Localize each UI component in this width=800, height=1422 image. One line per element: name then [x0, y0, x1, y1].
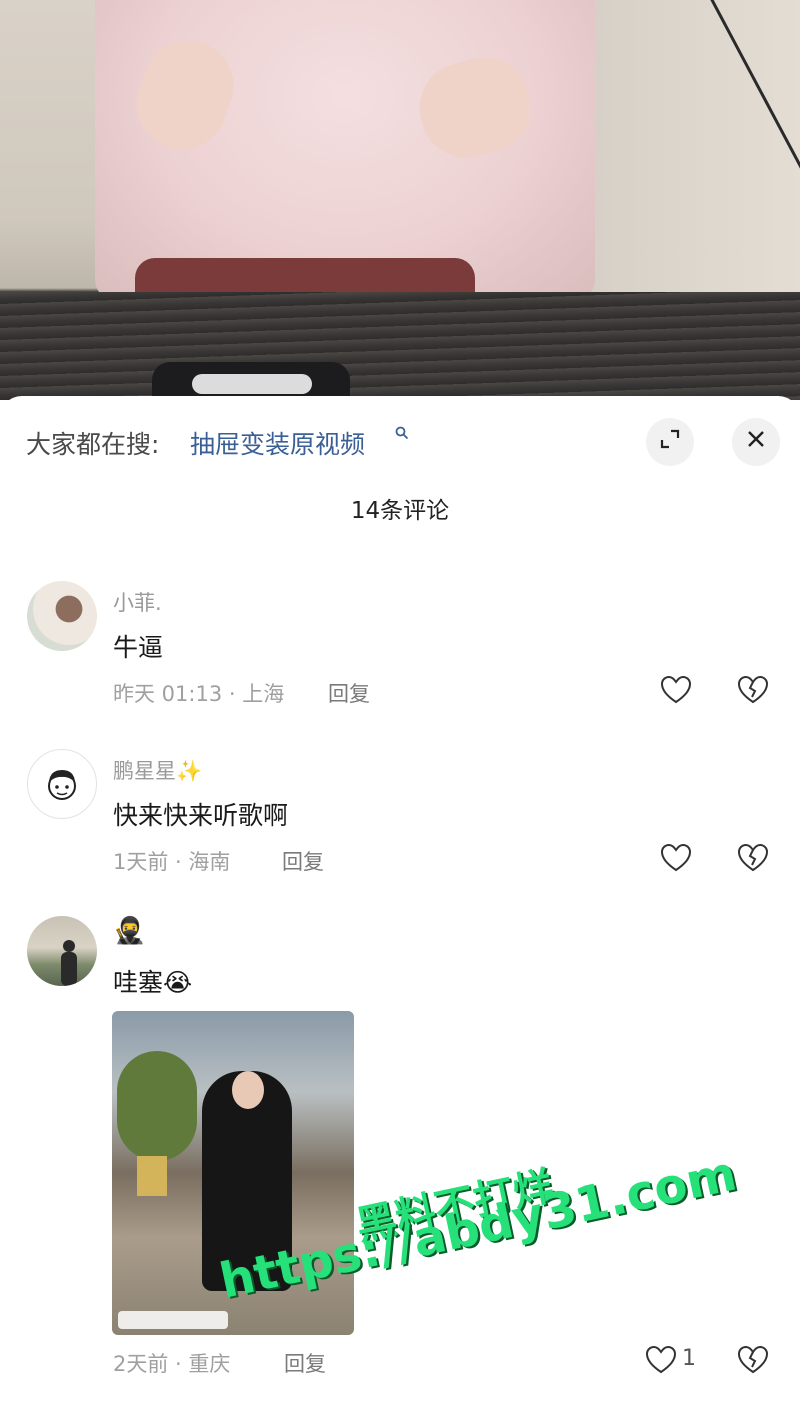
comment-username[interactable]: 鹏星星✨ [113, 755, 202, 785]
expand-icon [659, 428, 681, 456]
broken-heart-icon[interactable] [737, 1345, 771, 1377]
thumb-caption-bar [118, 1311, 228, 1329]
comment-username-text: 鹏星星 [113, 759, 176, 783]
reply-button[interactable]: 回复 [284, 1348, 326, 1378]
video-desk [0, 292, 800, 400]
broken-heart-icon[interactable] [737, 675, 771, 707]
comment-text: 快来快来听歌啊 [113, 801, 289, 830]
expand-button[interactable] [646, 418, 694, 466]
comment-text-content: 哇塞 [113, 968, 164, 997]
like-count: 1 [682, 1346, 696, 1371]
search-suggestion-term[interactable]: 抽屉变装原视频 [190, 425, 365, 461]
search-icon[interactable] [395, 426, 409, 444]
comment-username[interactable]: 🥷 [113, 916, 145, 946]
comment-username[interactable]: 小菲. [113, 587, 162, 617]
reply-button[interactable]: 回复 [282, 846, 324, 876]
thumb-pot [137, 1156, 167, 1196]
reply-button[interactable]: 回复 [328, 678, 370, 708]
broken-heart-icon[interactable] [737, 843, 771, 875]
video-player[interactable] [0, 0, 800, 400]
close-button[interactable] [732, 418, 780, 466]
search-suggestion-prefix: 大家都在搜: [26, 430, 160, 459]
avatar[interactable] [27, 916, 97, 986]
avatar[interactable] [27, 749, 97, 819]
video-background-wall [560, 0, 800, 295]
close-icon [745, 428, 767, 456]
sparkles-emoji: ✨ [176, 759, 203, 783]
crying-emoji: 😭 [163, 968, 193, 997]
heart-icon[interactable] [660, 675, 694, 707]
thumb-plant [117, 1051, 197, 1161]
comment-meta: 2天前 · 重庆 [113, 1352, 231, 1376]
comment-count: 14条评论 [350, 498, 450, 524]
avatar[interactable] [27, 581, 97, 651]
comment-meta: 1天前 · 海南 [113, 850, 231, 874]
comment-text: 哇塞😭 [113, 963, 192, 999]
thumb-face [232, 1071, 264, 1109]
comment-text: 牛逼 [113, 633, 164, 662]
heart-icon[interactable] [645, 1345, 679, 1377]
heart-icon[interactable] [660, 843, 694, 875]
video-device-screen [192, 374, 312, 394]
comment-meta: 昨天 01:13 · 上海 [113, 682, 285, 706]
